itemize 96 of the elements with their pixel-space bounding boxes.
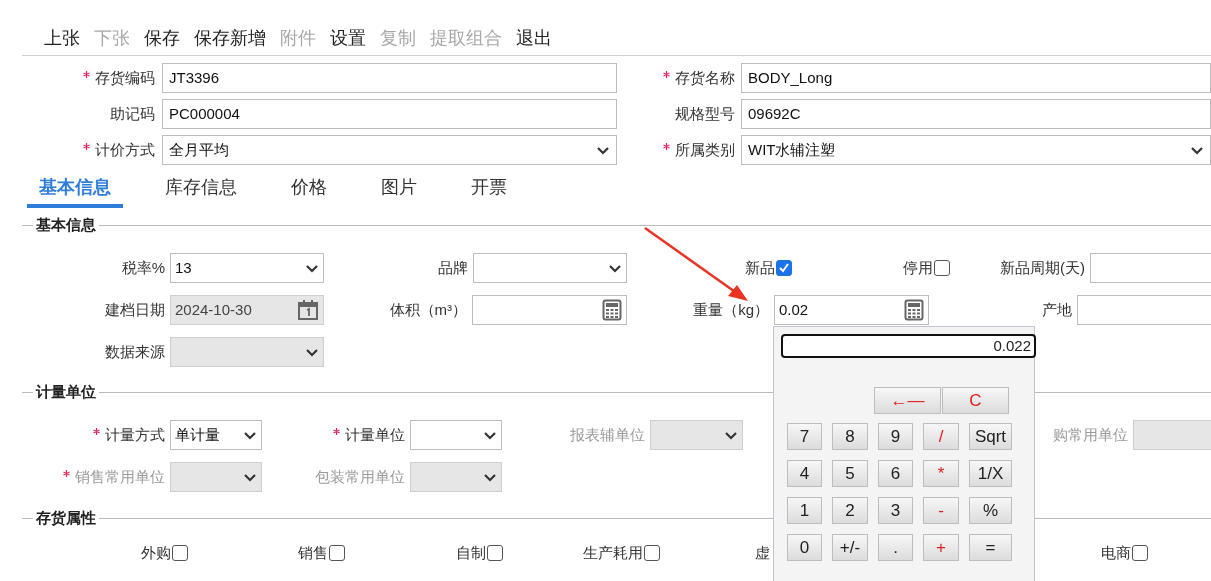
section-title: 计量单位 [34, 381, 97, 402]
calendar-icon [297, 299, 319, 321]
field-label: 税率% [121, 257, 165, 278]
checkbox[interactable] [329, 545, 345, 561]
field-label: 生产耗用 [583, 542, 643, 563]
field-label: 重量（kg） [693, 299, 769, 320]
field-label: 体积（m³） [389, 299, 467, 320]
chevron-icon [305, 347, 319, 357]
field-label: 电商 [1101, 542, 1131, 563]
chevron-icon [483, 472, 497, 482]
input-field[interactable]: JT3396 [162, 63, 617, 93]
tab[interactable]: 开票 [459, 178, 519, 208]
calculator-key[interactable]: 6 [878, 460, 913, 487]
calculator-key[interactable]: +/- [832, 534, 868, 561]
checkbox[interactable] [644, 545, 660, 561]
chevron-icon [608, 263, 622, 273]
calculator-key[interactable]: / [923, 423, 959, 450]
input-field[interactable]: 0.02 [774, 295, 929, 325]
checkbox[interactable] [1132, 545, 1148, 561]
calculator-key[interactable]: + [923, 534, 959, 561]
input-field[interactable]: BODY_Long [741, 63, 1211, 93]
calculator-key[interactable]: 2 [832, 497, 868, 524]
field-label: 存货编码 [95, 67, 155, 88]
calculator-key[interactable]: ←— [874, 387, 941, 414]
field-label: 存货名称 [675, 67, 735, 88]
select-field[interactable] [410, 420, 502, 450]
chevron-icon [483, 430, 497, 440]
calculator-key[interactable]: 7 [787, 423, 822, 450]
select-field[interactable]: 13 [170, 253, 324, 283]
select-field[interactable]: WIT水辅注塑 [741, 135, 1211, 165]
field-label: 虚 [755, 542, 770, 563]
field-label: 包装常用单位 [315, 466, 405, 487]
field-label: 产地 [1042, 299, 1072, 320]
field-label: 计价方式 [95, 139, 155, 160]
toolbar-button[interactable]: 保存新增 [194, 28, 266, 47]
calculator-key[interactable]: . [878, 534, 913, 561]
field-label: 外购 [141, 542, 171, 563]
chevron-icon [243, 430, 257, 440]
field-label: 建档日期 [105, 299, 165, 320]
field-label: 所属类别 [675, 139, 735, 160]
field-label: 购常用单位 [1053, 424, 1128, 445]
calculator-key[interactable]: 8 [832, 423, 868, 450]
section-title: 基本信息 [35, 214, 97, 235]
calculator-key[interactable]: 0 [787, 534, 822, 561]
input-field[interactable]: PC000004 [162, 99, 617, 129]
calculator-display: 0.022 [781, 334, 1036, 358]
calculator-key[interactable]: 5 [832, 460, 868, 487]
tab[interactable]: 图片 [369, 178, 429, 208]
calculator-key[interactable]: Sqrt [969, 423, 1012, 450]
calculator-key[interactable]: * [923, 460, 959, 487]
field-label: 销售常用单位 [75, 466, 165, 487]
calculator-key[interactable]: 3 [878, 497, 913, 524]
calculator-key[interactable]: % [969, 497, 1012, 524]
chevron-icon [724, 430, 738, 440]
field-label: 新品 [745, 257, 775, 278]
tab[interactable]: 价格 [279, 178, 339, 208]
field-label: 新品周期(天) [1000, 257, 1085, 278]
input-field[interactable]: 09692C [741, 99, 1211, 129]
chevron-icon [1190, 145, 1204, 155]
select-field[interactable]: 单计量 [170, 420, 262, 450]
select-field[interactable]: 全月平均 [162, 135, 617, 165]
calculator-key[interactable]: 1 [787, 497, 822, 524]
input-field[interactable] [472, 295, 627, 325]
checkbox[interactable] [776, 260, 792, 276]
chevron-icon [596, 145, 610, 155]
calculator-key[interactable]: C [942, 387, 1009, 414]
field-label: 数据来源 [105, 341, 165, 362]
field-label: 报表辅单位 [570, 424, 645, 445]
field-label: 计量单位 [345, 424, 405, 445]
checkbox[interactable] [934, 260, 950, 276]
field-label: 自制 [456, 542, 486, 563]
calculator-key[interactable]: 9 [878, 423, 913, 450]
calculator-key[interactable]: 1/X [969, 460, 1012, 487]
chevron-icon [243, 472, 257, 482]
calculator-icon [602, 299, 622, 321]
field-label: 规格型号 [675, 103, 735, 124]
toolbar-button[interactable]: 保存 [144, 28, 180, 47]
field-label: 计量方式 [105, 424, 165, 445]
calculator-icon [904, 299, 924, 321]
field-label: 停用 [903, 257, 933, 278]
toolbar-button[interactable]: 设置 [330, 28, 366, 47]
select-field[interactable] [473, 253, 627, 283]
calculator-key[interactable]: - [923, 497, 959, 524]
field-label: 品牌 [438, 257, 468, 278]
toolbar-button[interactable]: 退出 [516, 28, 552, 47]
toolbar-button[interactable]: 上张 [44, 28, 80, 47]
chevron-icon [305, 263, 319, 273]
section-title: 存货属性 [35, 507, 97, 528]
tab[interactable]: 库存信息 [153, 178, 249, 208]
tab[interactable]: 基本信息 [27, 178, 123, 208]
field-label: 助记码 [110, 103, 155, 124]
calculator-key[interactable]: = [969, 534, 1012, 561]
calculator-key[interactable]: 4 [787, 460, 822, 487]
field-label: 销售 [298, 542, 328, 563]
checkbox[interactable] [487, 545, 503, 561]
checkbox[interactable] [172, 545, 188, 561]
